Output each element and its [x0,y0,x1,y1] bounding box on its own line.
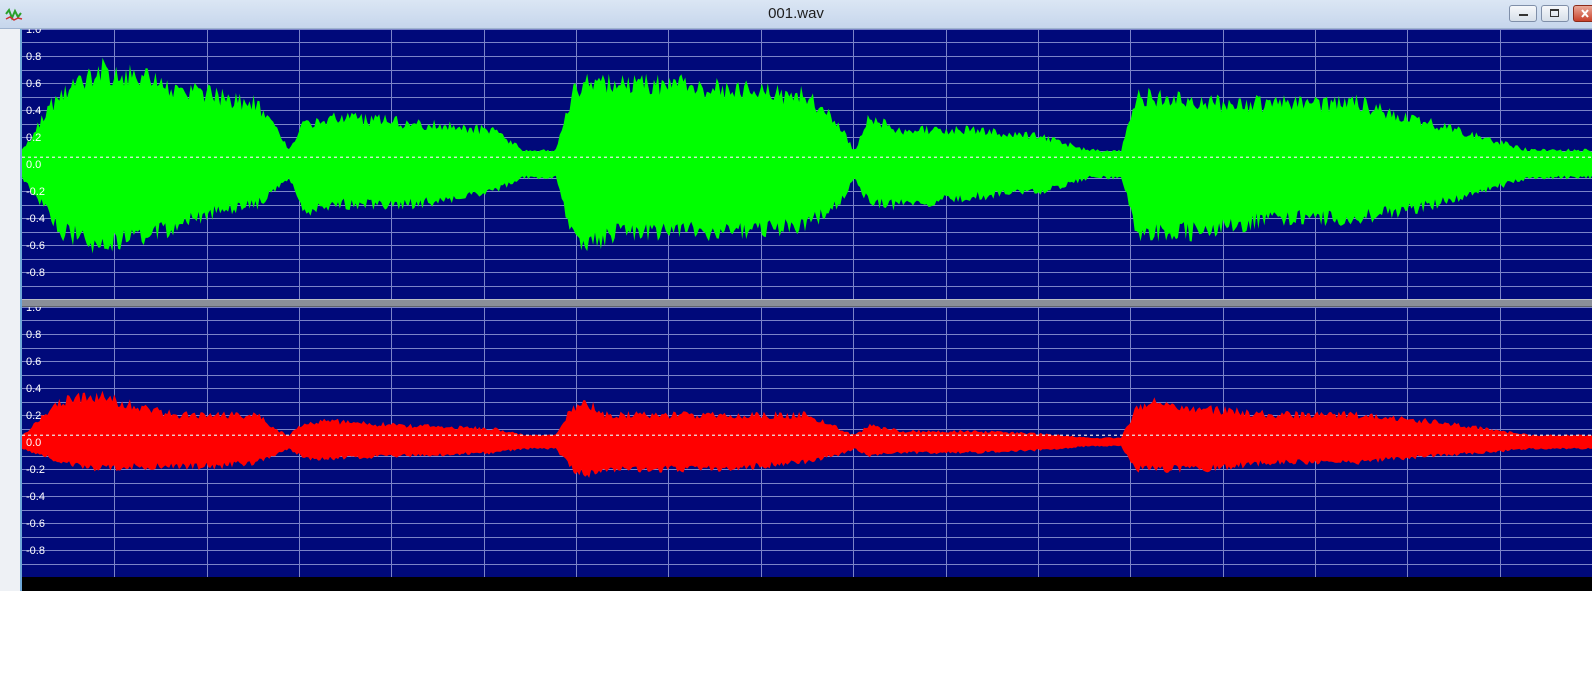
channel-splitter[interactable] [22,299,1592,307]
y-tick-label: 0.2 [26,132,41,144]
y-tick-label: 0.4 [26,383,41,395]
channel-top-plot: 1.0 0.8 0.6 0.4 0.2 0.0 -0.2 -0.4 -0.6 -0.8 [22,29,1592,299]
channel-top-waveform[interactable]: 1.0 0.8 0.6 0.4 0.2 0.0 -0.2 -0.4 -0.6 -0.8 [22,29,1592,299]
y-tick-label: 0.8 [26,51,41,63]
window-title: 001.wav [0,5,1592,22]
y-tick-label: -0.4 [26,491,45,503]
close-button[interactable] [1573,5,1592,22]
y-tick-label: -0.2 [26,186,45,198]
y-tick-label: 0.4 [26,105,41,117]
y-tick-label: 0.8 [26,329,41,341]
maximize-icon [1550,9,1559,17]
y-tick-label: 0.6 [26,356,41,368]
waveform-envelope [22,391,1592,478]
y-tick-label: -0.8 [26,267,45,279]
maximize-button[interactable] [1541,5,1569,22]
waveform-envelope [22,58,1592,254]
y-tick-label: -0.8 [26,545,45,557]
y-tick-label: -0.2 [26,464,45,476]
channel-bottom-plot: 1.0 0.8 0.6 0.4 0.2 0.0 -0.2 -0.4 -0.6 -0.8 [22,307,1592,577]
y-tick-label: -0.4 [26,213,45,225]
y-tick-label: 1.0 [26,307,41,314]
y-tick-label: 0.0 [26,437,41,449]
y-tick-label: 0.2 [26,410,41,422]
minimize-button[interactable] [1509,5,1537,22]
close-icon [1574,6,1592,21]
minimize-icon [1519,14,1528,16]
channel-bottom-waveform[interactable]: 1.0 0.8 0.6 0.4 0.2 0.0 -0.2 -0.4 -0.6 -0.8 [22,307,1592,577]
y-tick-label: 0.6 [26,78,41,90]
y-tick-label: -0.6 [26,518,45,530]
y-tick-label: 0.0 [26,159,41,171]
y-tick-label: -0.6 [26,240,45,252]
title-bar: 001.wav [0,0,1592,29]
y-tick-label: 1.0 [26,29,41,36]
left-gutter [0,29,21,591]
time-ruler-bar [22,577,1592,591]
